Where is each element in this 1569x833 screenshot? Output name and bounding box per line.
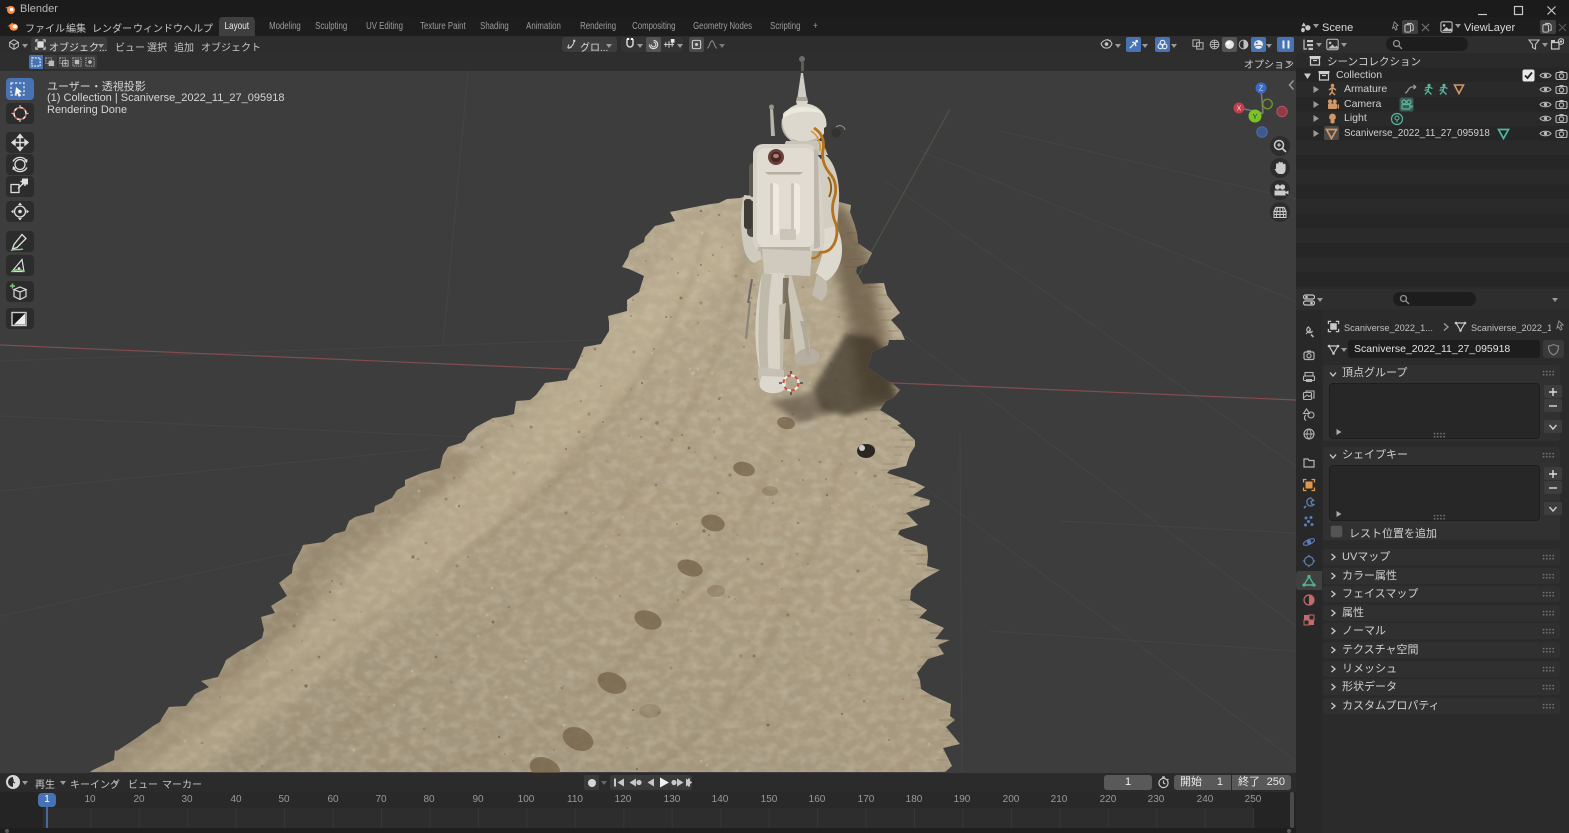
svg-text:Z: Z	[1259, 86, 1264, 93]
svg-text:Y: Y	[1252, 112, 1257, 121]
svg-text:X: X	[1237, 106, 1242, 113]
